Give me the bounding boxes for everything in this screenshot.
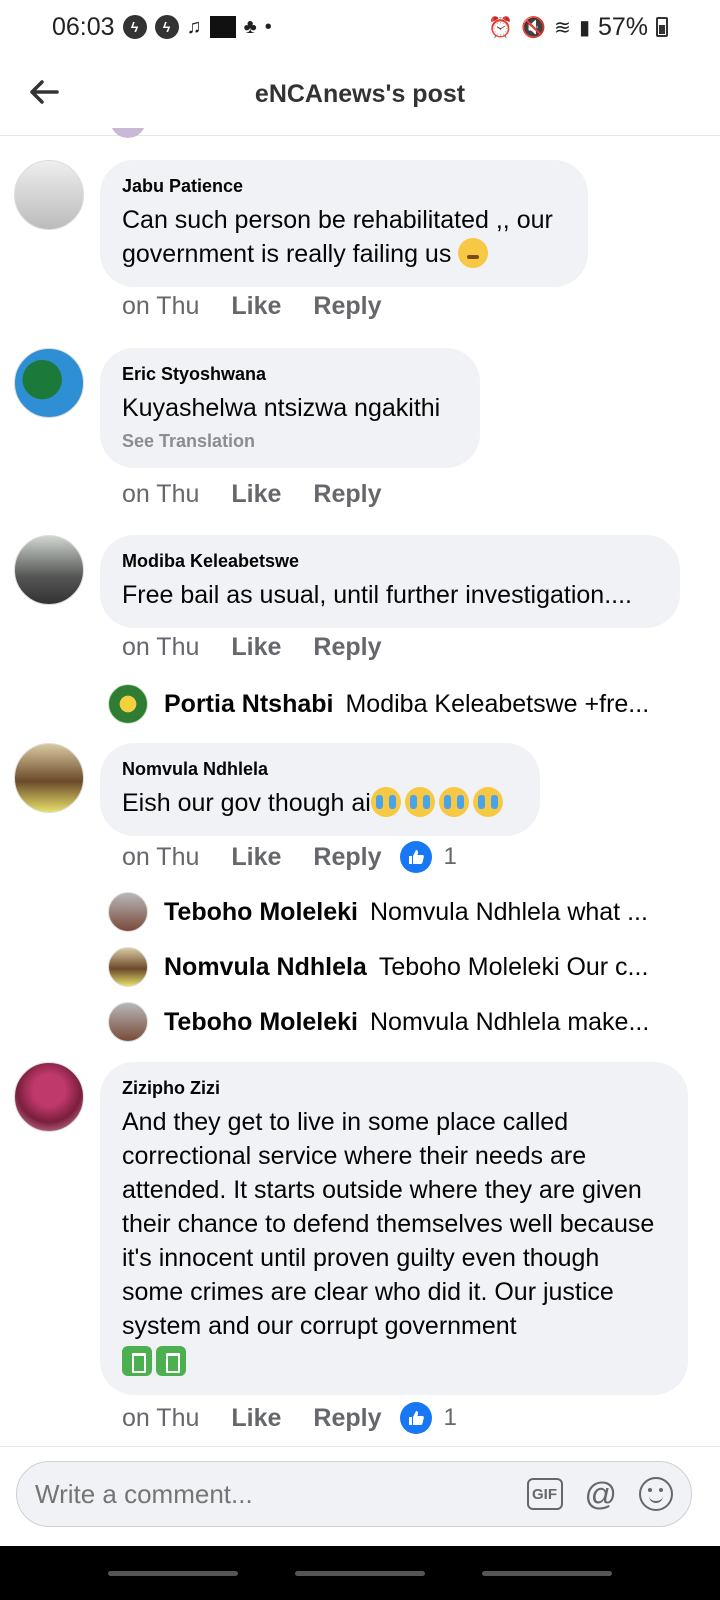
litter-bin-emoji-icon	[156, 1346, 186, 1376]
comment-text: And they get to live in some place calle…	[122, 1108, 655, 1340]
partial-avatar	[110, 128, 146, 138]
thumbs-up-icon[interactable]	[399, 1402, 432, 1434]
notification-icon: ϟ	[154, 15, 179, 39]
comment-actions: on Thu Like Reply 1	[122, 841, 457, 873]
comment-author[interactable]: Eric Styoshwana	[122, 364, 458, 385]
avatar	[108, 892, 148, 932]
comment-composer-bar: GIF @	[0, 1446, 720, 1546]
like-button[interactable]: Like	[231, 633, 281, 662]
avatar	[108, 684, 148, 724]
header: eNCAnews's post	[0, 54, 720, 136]
reply-button[interactable]: Reply	[313, 843, 381, 872]
comment-time[interactable]: on Thu	[122, 1404, 199, 1433]
reply-author: Nomvula Ndhlela	[164, 952, 367, 981]
signal-icon: ▮	[578, 16, 590, 39]
nav-pill[interactable]	[294, 1570, 425, 1576]
emoji-icon[interactable]	[639, 1477, 673, 1511]
litter-bin-emoji-icon	[122, 1346, 152, 1376]
avatar[interactable]	[14, 348, 84, 418]
avatar[interactable]	[14, 535, 84, 605]
nav-pill[interactable]	[481, 1570, 612, 1576]
reply-text: Modiba Keleabetswe +fre...	[345, 689, 650, 718]
reply-author: Teboho Moleleki	[164, 1007, 358, 1036]
comment-actions: on Thu Like Reply	[122, 480, 414, 509]
app-notification-icon	[209, 16, 236, 38]
comment-time[interactable]: on Thu	[122, 292, 199, 321]
avatar[interactable]	[14, 743, 84, 813]
reply-text: Teboho Moleleki Our c...	[378, 952, 649, 981]
like-button[interactable]: Like	[231, 1404, 281, 1433]
comment-bubble[interactable]: Nomvula Ndhlela Eish our gov though ai	[100, 743, 540, 836]
reply-button[interactable]: Reply	[313, 480, 381, 509]
like-count[interactable]: 1	[444, 843, 457, 871]
nav-pill[interactable]	[108, 1570, 239, 1576]
comment-author[interactable]: Modiba Keleabetswe	[122, 551, 658, 572]
comment-input[interactable]	[35, 1478, 527, 1510]
status-bar: 06:03 ϟ ϟ ♫ ♣ • ⏰ 🔇 ≋ ▮ 57%	[0, 0, 720, 54]
comment-time[interactable]: on Thu	[122, 480, 199, 509]
comment-text: Eish our gov though ai	[122, 789, 371, 817]
avatar	[108, 947, 148, 987]
reply-author: Teboho Moleleki	[164, 897, 358, 926]
notification-icon: ϟ	[122, 15, 147, 39]
arrow-left-icon	[30, 80, 59, 104]
like-button[interactable]: Like	[231, 480, 281, 509]
comment-bubble[interactable]: Eric Styoshwana Kuyashelwa ntsizwa ngaki…	[100, 348, 480, 468]
sleepy-face-emoji-icon	[458, 238, 489, 268]
notification-icon: ♣	[243, 15, 257, 38]
reply-text: Nomvula Ndhlela what ...	[370, 897, 648, 926]
back-button[interactable]	[24, 72, 64, 112]
avatar	[108, 1002, 148, 1042]
gif-icon[interactable]: GIF	[526, 1478, 563, 1510]
like-count[interactable]: 1	[444, 1404, 457, 1432]
more-notifications-icon: •	[264, 15, 272, 38]
system-nav-bar	[0, 1546, 720, 1600]
comment-bubble[interactable]: Modiba Keleabetswe Free bail as usual, u…	[100, 535, 680, 628]
see-translation-link[interactable]: See Translation	[122, 431, 458, 452]
comment-bubble[interactable]: Jabu Patience Can such person be rehabil…	[100, 160, 588, 287]
like-button[interactable]: Like	[231, 843, 281, 872]
crying-face-emoji-icon	[472, 787, 503, 817]
crying-face-emoji-icon	[404, 787, 435, 817]
alarm-icon: ⏰	[488, 16, 514, 39]
avatar[interactable]	[14, 160, 84, 230]
comment-author[interactable]: Jabu Patience	[122, 176, 566, 197]
status-time: 06:03	[52, 12, 115, 41]
wifi-icon: ≋	[554, 16, 571, 39]
comment-composer: GIF @	[16, 1461, 692, 1527]
comment-actions: on Thu Like Reply 1	[122, 1402, 457, 1434]
comment-text: Can such person be rehabilitated ,, our …	[122, 206, 553, 268]
reply-text: Nomvula Ndhlela make...	[370, 1007, 650, 1036]
comment-time[interactable]: on Thu	[122, 633, 199, 662]
battery-icon	[656, 17, 668, 37]
reply-preview[interactable]: Nomvula Ndhlela Teboho Moleleki Our c...	[108, 945, 648, 989]
thumbs-up-icon[interactable]	[399, 841, 432, 873]
reply-button[interactable]: Reply	[313, 1404, 381, 1433]
crying-face-emoji-icon	[438, 787, 469, 817]
comment-actions: on Thu Like Reply	[122, 292, 414, 321]
comment-text: Kuyashelwa ntsizwa ngakithi	[122, 394, 441, 422]
page-title: eNCAnews's post	[254, 80, 466, 108]
comment-bubble[interactable]: Zizipho Zizi And they get to live in som…	[100, 1062, 688, 1395]
mention-icon[interactable]: @	[585, 1478, 617, 1510]
battery-percent: 57%	[597, 12, 648, 41]
comment-actions: on Thu Like Reply	[122, 633, 414, 662]
reply-button[interactable]: Reply	[313, 633, 381, 662]
like-button[interactable]: Like	[231, 292, 281, 321]
reply-preview[interactable]: Portia Ntshabi Modiba Keleabetswe +fre..…	[108, 682, 649, 726]
music-icon: ♫	[186, 15, 202, 38]
reply-author: Portia Ntshabi	[164, 689, 334, 718]
reply-preview[interactable]: Teboho Moleleki Nomvula Ndhlela what ...	[108, 890, 648, 934]
comment-author[interactable]: Nomvula Ndhlela	[122, 759, 518, 780]
avatar[interactable]	[14, 1062, 84, 1132]
crying-face-emoji-icon	[370, 787, 401, 817]
comment-author[interactable]: Zizipho Zizi	[122, 1078, 666, 1099]
mute-icon: 🔇	[521, 16, 547, 39]
comment-text: Free bail as usual, until further invest…	[122, 581, 632, 609]
reply-button[interactable]: Reply	[313, 292, 381, 321]
comment-time[interactable]: on Thu	[122, 843, 199, 872]
reply-preview[interactable]: Teboho Moleleki Nomvula Ndhlela make...	[108, 1000, 649, 1044]
